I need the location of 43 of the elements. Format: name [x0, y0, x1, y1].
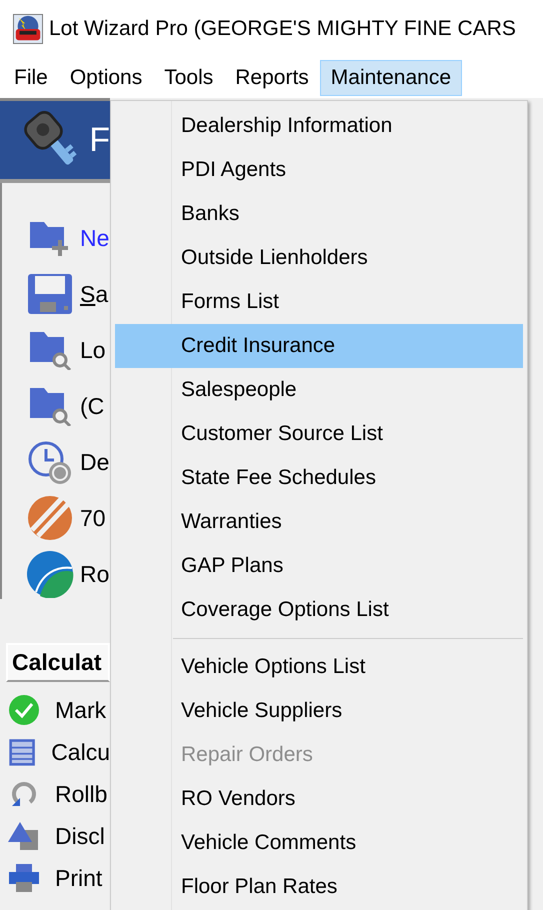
tool-link[interactable]: Rollb — [55, 780, 108, 808]
menu-entry[interactable]: RO Vendors — [115, 777, 523, 821]
action-link[interactable]: Ne — [80, 224, 110, 252]
section-title: Calculat — [6, 643, 110, 682]
menu-entry[interactable]: Warranties — [115, 500, 523, 544]
printer-icon — [8, 862, 40, 894]
menu-entry[interactable]: Credit Insurance — [115, 324, 523, 368]
action-link[interactable]: (C — [80, 392, 104, 420]
menu-entry[interactable]: GAP Plans — [115, 544, 523, 588]
menu-entry[interactable]: State Fee Schedules — [115, 456, 523, 500]
menu-entry[interactable]: Forms List — [115, 280, 523, 324]
action-link[interactable]: Lo — [80, 336, 106, 364]
menu-entry[interactable]: Vehicle Suppliers — [115, 689, 523, 733]
globe-icon — [26, 550, 74, 598]
tool-link[interactable]: Discl — [55, 822, 105, 850]
tool-link[interactable]: Calcu — [51, 738, 110, 766]
menu-item[interactable]: File — [3, 60, 59, 96]
action-link[interactable]: 70 — [80, 504, 106, 532]
menu-item[interactable]: Tools — [153, 60, 224, 96]
menu-item[interactable]: Options — [58, 60, 154, 96]
action-link[interactable]: Ro — [80, 560, 110, 588]
check-icon — [8, 694, 40, 726]
car-app-icon — [13, 14, 43, 44]
menu-entry[interactable]: Vehicle Options List — [115, 645, 523, 689]
menu-entry[interactable]: Outside Lienholders — [115, 236, 523, 280]
menu-entry[interactable]: Dealership Information — [115, 104, 523, 148]
menu-entry[interactable]: Coverage Options List — [115, 588, 523, 632]
menu-entry[interactable]: Floor Plan Rates — [115, 865, 523, 909]
calendar-icon — [8, 736, 36, 768]
striped-circle-icon — [26, 494, 74, 542]
menu-entry[interactable]: PDI Agents — [115, 148, 523, 192]
tool-link[interactable]: Mark — [55, 696, 106, 724]
window-title: Lot Wizard Pro (GEORGE'S MIGHTY FINE CARS — [49, 17, 516, 41]
action-link[interactable]: De — [80, 448, 110, 476]
menu-item[interactable]: Reports — [224, 60, 320, 96]
menu-entry[interactable]: Vehicle Comments — [115, 821, 523, 865]
action-link[interactable]: Sa — [80, 280, 108, 308]
tool-link[interactable]: Print — [55, 864, 102, 892]
menu-item[interactable]: Maintenance — [320, 60, 462, 96]
menu-entry[interactable]: Banks — [115, 192, 523, 236]
panel-title: F — [89, 120, 110, 160]
menu-entry[interactable]: Salespeople — [115, 368, 523, 412]
menu-entry[interactable]: Customer Source List — [115, 412, 523, 456]
